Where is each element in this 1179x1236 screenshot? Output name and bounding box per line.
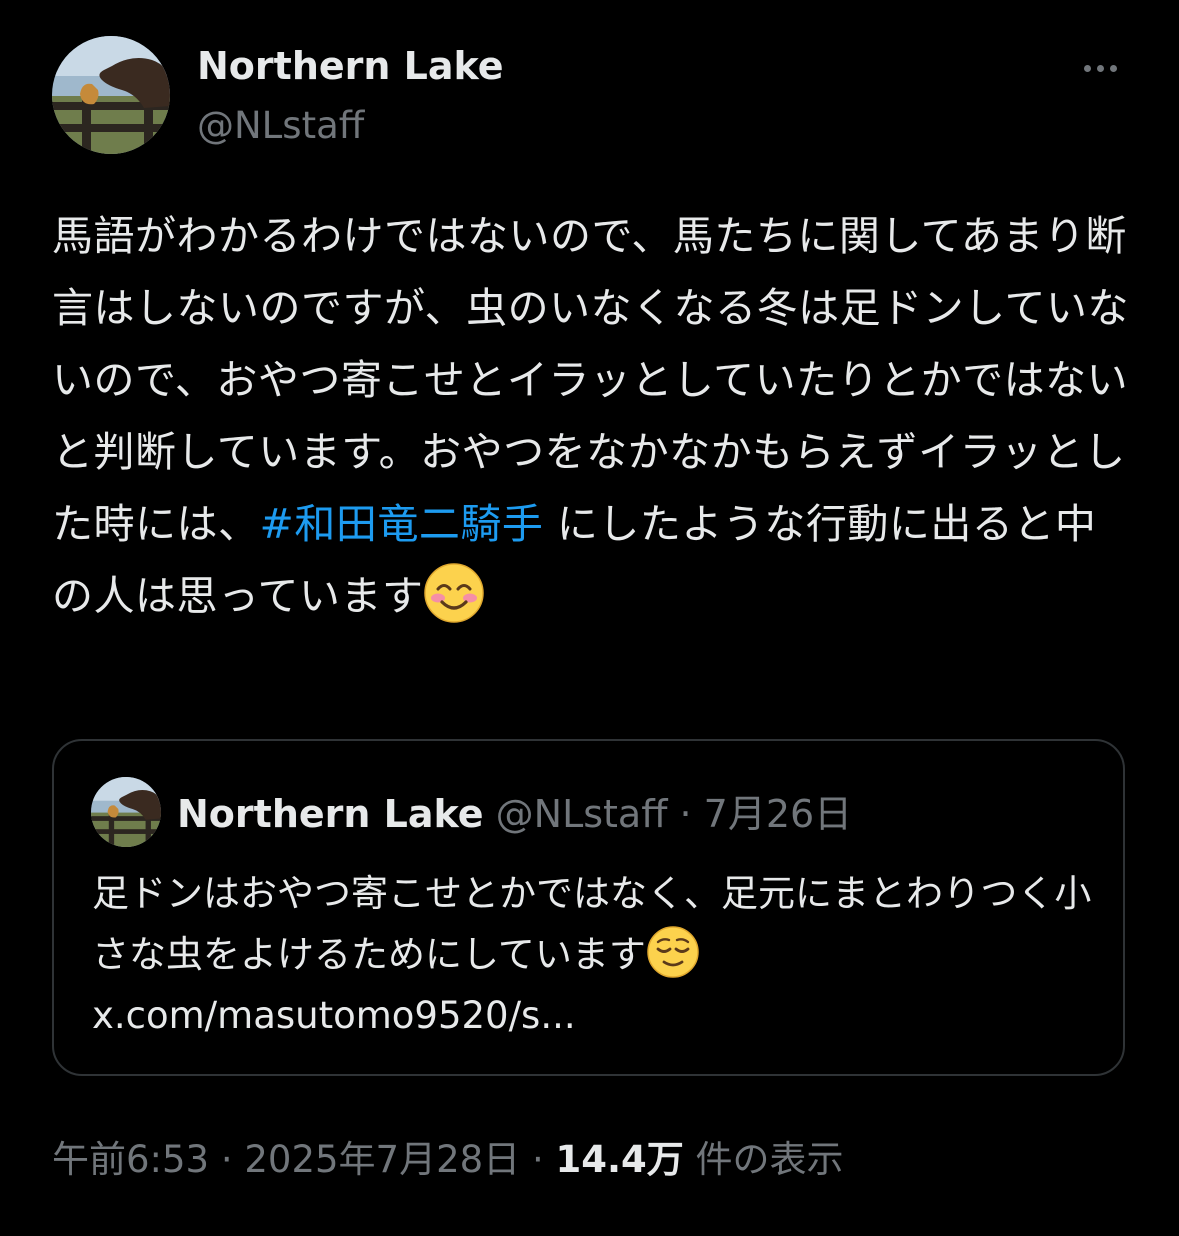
hashtag-link[interactable]: #和田竜二騎手 [260,500,544,548]
smiling-face-with-smiling-eyes-emoji [423,562,485,624]
quoted-header: Northern Lake @NLstaff · 7月26日 [177,789,852,839]
views-count[interactable]: 14.4万 [555,1138,683,1181]
post-text: 馬語がわかるわけではないので、馬たちに関してあまり断言はしないのですが、虫のいな… [52,200,1132,632]
horse-profile-image [52,36,170,154]
post-date[interactable]: 2025年7月28日 [244,1138,520,1181]
quoted-link[interactable]: x.com/masutomo9520/s... [92,994,576,1037]
meta-separator: · [209,1138,245,1181]
post-text-before: 馬語がわかるわけではないので、馬たちに関してあまり断言はしないのですが、虫のいな… [52,212,1129,548]
views-label: 件の表示 [683,1138,844,1181]
author-handle[interactable]: @NLstaff [197,100,364,152]
post-meta: 午前6:53 · 2025年7月28日 · 14.4万 件の表示 [52,1134,844,1186]
quoted-display-name[interactable]: Northern Lake [177,792,484,836]
quoted-separator: · [667,792,704,836]
quoted-date[interactable]: 7月26日 [704,792,853,836]
meta-separator: · [520,1138,556,1181]
relieved-face-emoji [646,925,700,979]
quoted-post-card[interactable]: Northern Lake @NLstaff · 7月26日 足ドンはおやつ寄こ… [52,739,1125,1076]
author-display-name[interactable]: Northern Lake [197,40,504,92]
horse-profile-image [91,777,161,847]
author-avatar[interactable] [52,36,170,154]
more-options-icon[interactable] [1068,50,1132,86]
quoted-handle[interactable]: @NLstaff [496,792,668,836]
quoted-text: 足ドンはおやつ寄こせとかではなく、足元にまとわりつく小さな虫をよけるためにしてい… [92,872,1092,976]
quoted-author-avatar[interactable] [91,777,161,847]
quoted-post-text: 足ドンはおやつ寄こせとかではなく、足元にまとわりつく小さな虫をよけるためにしてい… [92,863,1102,1046]
post-time[interactable]: 午前6:53 [52,1138,209,1181]
